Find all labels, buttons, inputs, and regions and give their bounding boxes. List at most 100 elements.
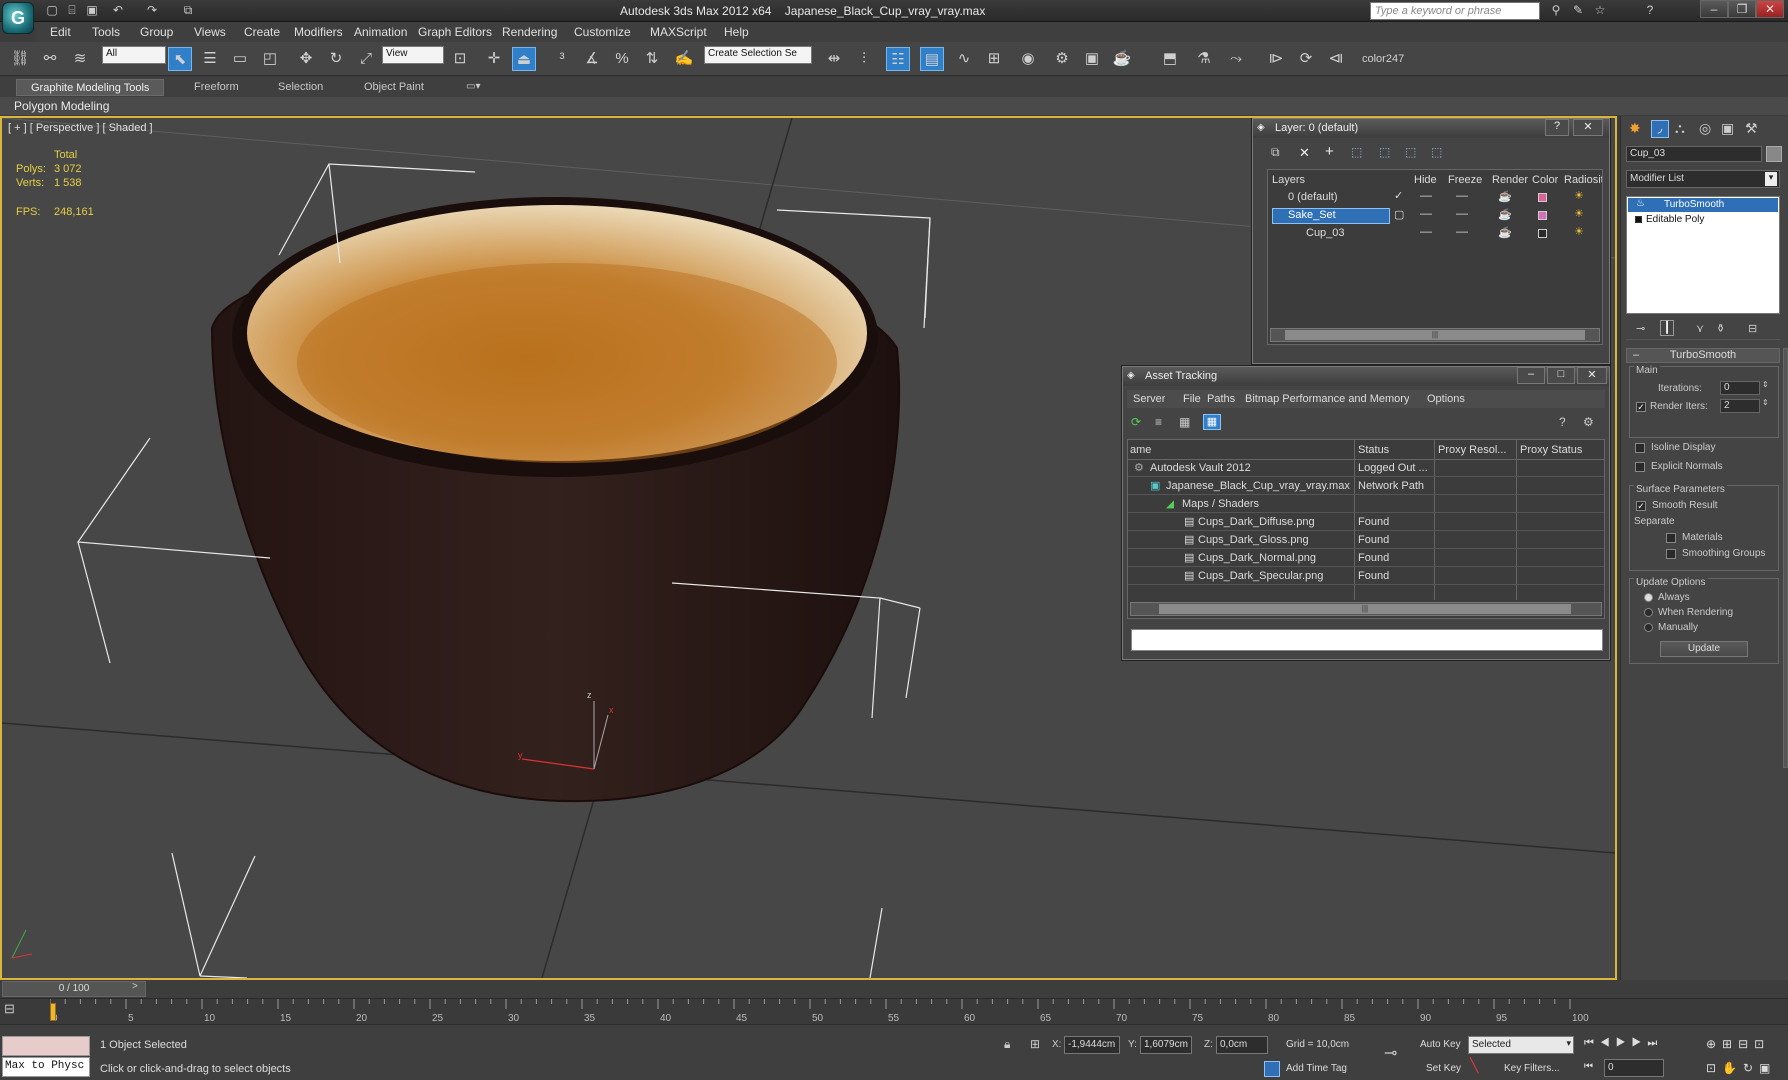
asset-menu-bitmap-performance[interactable]: Bitmap Performance and Memory (1245, 393, 1409, 405)
render-setup-icon[interactable]: ⚙ (1050, 47, 1074, 71)
current-layer-toggle[interactable]: ▢ (1394, 208, 1404, 221)
tab-object-paint[interactable]: Object Paint (350, 79, 438, 96)
menu-graph-editors[interactable]: Graph Editors (418, 25, 492, 39)
track-ruler[interactable]: 0510152025303540455055606570758085909510… (50, 999, 1618, 1023)
asset-menu-paths[interactable]: Paths (1207, 393, 1235, 405)
iterations-arrows-icon[interactable]: ⇕ (1762, 380, 1769, 389)
time-tag-icon[interactable] (1264, 1061, 1280, 1077)
turbosmooth-rollout-header[interactable]: – TurboSmooth (1626, 348, 1780, 363)
chevron-down-icon[interactable]: ▾ (1765, 172, 1777, 186)
current-layer-check-icon[interactable]: ✓ (1394, 189, 1403, 202)
light-bulb-icon[interactable]: ♨ (1636, 198, 1645, 209)
auto-key-button[interactable]: Auto Key (1420, 1039, 1461, 1050)
select-by-name-icon[interactable]: ☰ (198, 47, 222, 71)
layer-window-title[interactable]: ◈ Layer: 0 (default) ? ✕ (1253, 119, 1609, 138)
freeze-toggle[interactable]: –– (1456, 190, 1468, 202)
render-col-header[interactable]: Render (1492, 174, 1528, 186)
table-view-icon[interactable]: ▦ (1203, 414, 1221, 430)
asset-menu-file[interactable]: File (1183, 393, 1201, 405)
menu-animation[interactable]: Animation (354, 25, 407, 39)
search-input[interactable]: Type a keyword or phrase (1370, 2, 1540, 20)
modifier-stack[interactable]: ♨ TurboSmooth Editable Poly (1626, 196, 1780, 314)
schematic-view-icon[interactable]: ⊞ (982, 47, 1006, 71)
configure-sets-icon[interactable]: ⊟ (1748, 322, 1757, 335)
move-icon[interactable]: ✥ (294, 47, 318, 71)
menu-tools[interactable]: Tools (92, 25, 120, 39)
freeze-all-layers-icon[interactable]: ⬚ (1431, 145, 1442, 159)
asset-row[interactable]: ◢ Maps / Shaders (1128, 496, 1604, 513)
set-key-icon[interactable]: ⊸ (1384, 1043, 1397, 1063)
create-tab-icon[interactable]: ✸ (1629, 120, 1641, 137)
render-iters-spinner[interactable]: 2 (1720, 399, 1760, 413)
snaps-toggle-icon[interactable]: ³ (550, 47, 574, 71)
new-file-icon[interactable]: ▢ (44, 3, 60, 18)
layer-row[interactable]: Cup_03 –– –– ☕ ☀ (1268, 225, 1604, 243)
render-teapot-icon[interactable]: ☕ (1498, 226, 1512, 239)
redo-icon[interactable]: ↷ (144, 3, 160, 18)
key-filter-icon[interactable]: ╲ (1470, 1057, 1478, 1074)
render-iters-checkbox[interactable]: ✓ (1636, 402, 1646, 412)
asset-help-icon[interactable]: ? (1559, 415, 1566, 429)
x-coord-field[interactable]: -1,9444cm (1064, 1036, 1120, 1054)
stack-item-editable-poly[interactable]: Editable Poly (1628, 213, 1778, 227)
menu-rendering[interactable]: Rendering (502, 25, 557, 39)
layer-manager-window[interactable]: ◈ Layer: 0 (default) ? ✕ ⧉ ✕ + ⬚ ⬚ ⬚ ⬚ L… (1252, 118, 1610, 364)
maxscript-listener-pink[interactable] (2, 1036, 90, 1056)
window-crossing-icon[interactable]: ◰ (258, 47, 282, 71)
render-production-icon[interactable]: ☕ (1110, 47, 1134, 71)
asset-row[interactable]: ▣ Japanese_Black_Cup_vray_vray.max Netwo… (1128, 478, 1604, 495)
menu-modifiers[interactable]: Modifiers (294, 25, 343, 39)
tab-graphite-modeling[interactable]: Graphite Modeling Tools (16, 79, 165, 96)
panel-scrollbar[interactable] (1783, 348, 1788, 768)
menu-create[interactable]: Create (244, 25, 280, 39)
hierarchy-tab-icon[interactable]: ⛬ (1675, 120, 1685, 137)
curve-editor-icon[interactable]: ∿ (952, 47, 976, 71)
proxy-resolution-col-header[interactable]: Proxy Resol... (1438, 444, 1514, 456)
current-frame-marker[interactable] (50, 1003, 56, 1021)
undo-icon[interactable]: ↶ (110, 3, 126, 18)
modifier-list-dropdown[interactable]: Modifier List ▾ (1626, 170, 1780, 188)
angle-snap-icon[interactable]: ∡ (580, 47, 604, 71)
asset-settings-icon[interactable]: ⚙ (1583, 415, 1594, 429)
scale-icon[interactable]: ⤢ (354, 47, 378, 71)
utilities-tab-icon[interactable]: ⚒ (1745, 120, 1758, 137)
menu-views[interactable]: Views (194, 25, 226, 39)
menu-edit[interactable]: Edit (50, 25, 71, 39)
vray-lights-icon[interactable]: ⚗ (1192, 47, 1216, 71)
minimize-button[interactable]: – (1700, 0, 1728, 18)
key-mode-dropdown[interactable]: Selected ▾ (1468, 1036, 1574, 1054)
absolute-mode-icon[interactable]: ⊞ (1030, 1037, 1040, 1051)
smooth-result-checkbox[interactable]: ✓ (1636, 501, 1646, 511)
display-tab-icon[interactable]: ▣ (1721, 120, 1734, 137)
isoline-display-checkbox[interactable] (1635, 443, 1645, 453)
keyboard-shortcut-icon[interactable]: ⏏ (512, 47, 536, 71)
smoothing-groups-checkbox[interactable] (1666, 549, 1676, 559)
chevron-down-icon[interactable]: ▾ (1566, 1038, 1571, 1049)
manually-radio[interactable] (1644, 623, 1653, 632)
vray-sun-icon[interactable]: ⟳ (1294, 47, 1318, 71)
vray-options-icon[interactable]: ⬒ (1158, 47, 1182, 71)
new-layer-icon[interactable]: ⧉ (1271, 145, 1285, 160)
go-to-start-icon[interactable]: ⏮ (1584, 1061, 1593, 1072)
asset-row[interactable]: ▤ Cups_Dark_Gloss.png Found (1128, 532, 1604, 549)
playback-controls[interactable]: ⏮◀▶▶⏭ (1584, 1037, 1663, 1050)
rectangular-selection-icon[interactable]: ▭ (228, 47, 252, 71)
material-editor-icon[interactable]: ◉ (1016, 47, 1040, 71)
vray-camera-icon[interactable]: ⤳ (1224, 47, 1248, 71)
menu-help[interactable]: Help (724, 25, 749, 39)
menu-maxscript[interactable]: MAXScript (650, 25, 707, 39)
asset-table[interactable]: ame Status Proxy Resol... Proxy Status ⚙… (1127, 439, 1605, 619)
explicit-normals-checkbox[interactable] (1635, 462, 1645, 472)
percent-snap-icon[interactable]: % (610, 47, 634, 71)
list-view-icon[interactable]: ≡ (1155, 415, 1162, 429)
render-iters-arrows-icon[interactable]: ⇕ (1762, 398, 1769, 407)
asset-menu-options[interactable]: Options (1427, 393, 1465, 405)
layer-color-swatch[interactable] (1538, 229, 1547, 238)
asset-path-field[interactable] (1131, 629, 1603, 651)
tab-freeform[interactable]: Freeform (180, 79, 253, 96)
detail-view-icon[interactable]: ▦ (1179, 415, 1190, 429)
asset-maximize-button[interactable]: □ (1547, 367, 1575, 384)
radiosity-icon[interactable]: ☀ (1574, 207, 1584, 220)
show-end-result-icon[interactable]: ┃ (1660, 320, 1674, 336)
track-bar[interactable]: ⊟ 05101520253035404550556065707580859095… (0, 998, 1788, 1024)
